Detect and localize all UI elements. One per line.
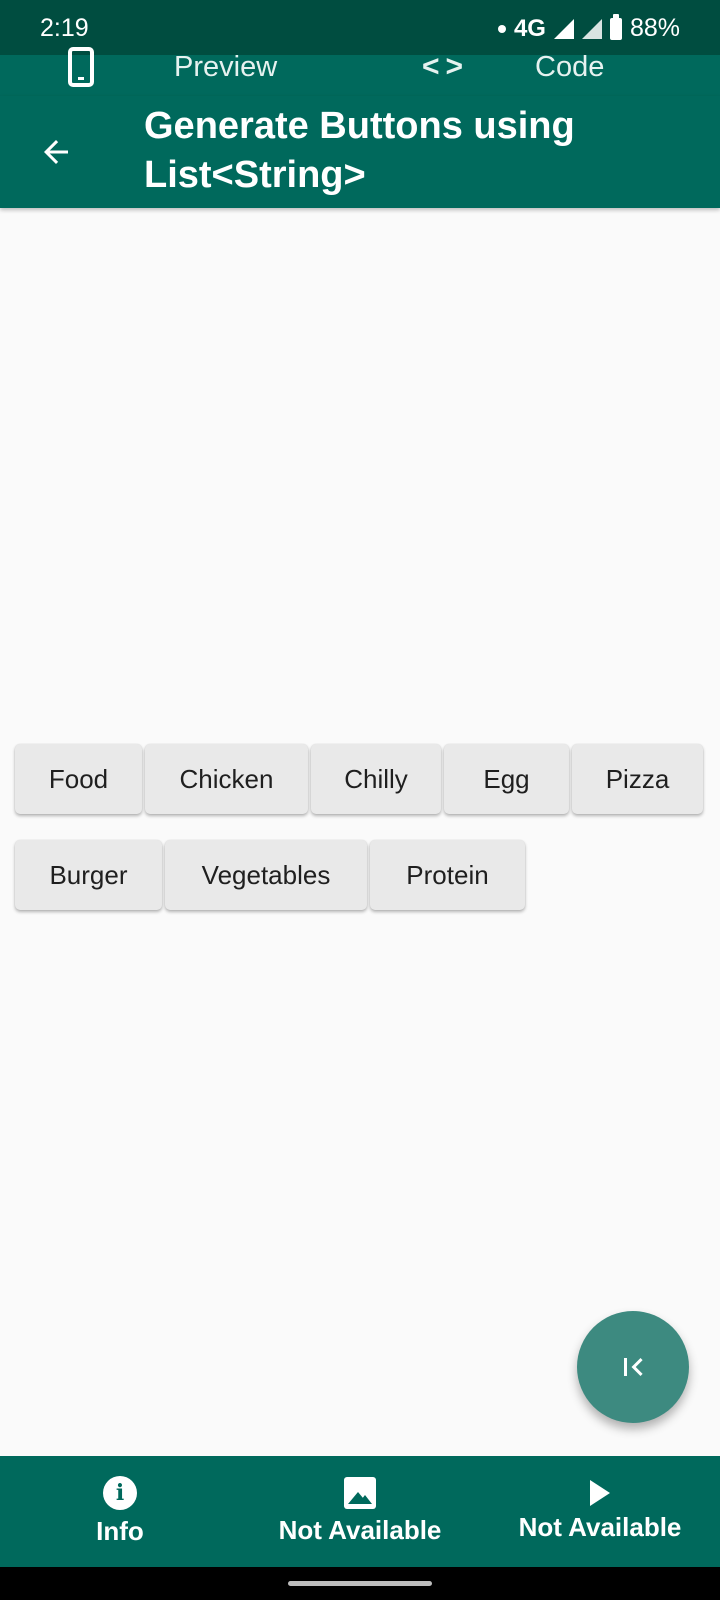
battery-icon: [609, 13, 622, 40]
arrow-back-icon: [44, 140, 68, 164]
tab-preview[interactable]: Preview: [68, 39, 277, 95]
nav-item-image[interactable]: Not Available: [270, 1456, 450, 1567]
notification-dot-icon: [497, 24, 506, 33]
burger-button[interactable]: Burger: [15, 840, 162, 910]
pizza-button[interactable]: Pizza: [572, 744, 703, 814]
page-title: Generate Buttons using List<String>: [144, 105, 575, 196]
first-page-icon: [624, 1358, 643, 1376]
food-button[interactable]: Food: [15, 744, 142, 814]
nav-item-label: Not Available: [278, 1515, 442, 1545]
home-gesture-handle[interactable]: [288, 1581, 432, 1586]
tab-preview-label: Preview: [174, 50, 278, 83]
system-nav-bar: [0, 1567, 720, 1600]
app-screen: 2:19 4G 88% Preview <> Code Generate But…: [0, 0, 720, 1600]
nav-item-label: Info: [96, 1516, 144, 1546]
app-bar: Generate Buttons using List<String>: [0, 96, 720, 208]
egg-button[interactable]: Egg: [444, 744, 569, 814]
protein-button[interactable]: Protein: [370, 840, 525, 910]
image-icon: [344, 1477, 376, 1509]
chicken-button[interactable]: Chicken: [145, 744, 308, 814]
info-icon: i: [103, 1476, 137, 1510]
bottom-nav: i Info Not Available Not Available: [0, 1456, 720, 1567]
nav-item-play[interactable]: Not Available: [510, 1456, 690, 1567]
tab-code-label: Code: [535, 50, 605, 83]
nav-item-info[interactable]: i Info: [40, 1456, 200, 1567]
battery-percent: 88%: [629, 14, 680, 42]
code-icon: <>: [422, 50, 470, 83]
buttons-row: Burger Vegetables Protein: [15, 840, 525, 910]
back-button[interactable]: [28, 124, 84, 180]
buttons-row: Food Chicken Chilly Egg Pizza: [15, 744, 703, 814]
chilly-button[interactable]: Chilly: [311, 744, 441, 814]
signal-secondary-icon: [581, 18, 602, 39]
nav-item-label: Not Available: [518, 1512, 682, 1542]
view-tabs: Preview <> Code: [0, 47, 720, 96]
play-icon: [590, 1480, 610, 1506]
first-page-button[interactable]: [577, 1311, 689, 1423]
phone-icon: [68, 47, 94, 87]
vegetables-button[interactable]: Vegetables: [165, 840, 367, 910]
signal-icon: [553, 18, 574, 39]
tab-code[interactable]: <> Code: [422, 39, 604, 95]
